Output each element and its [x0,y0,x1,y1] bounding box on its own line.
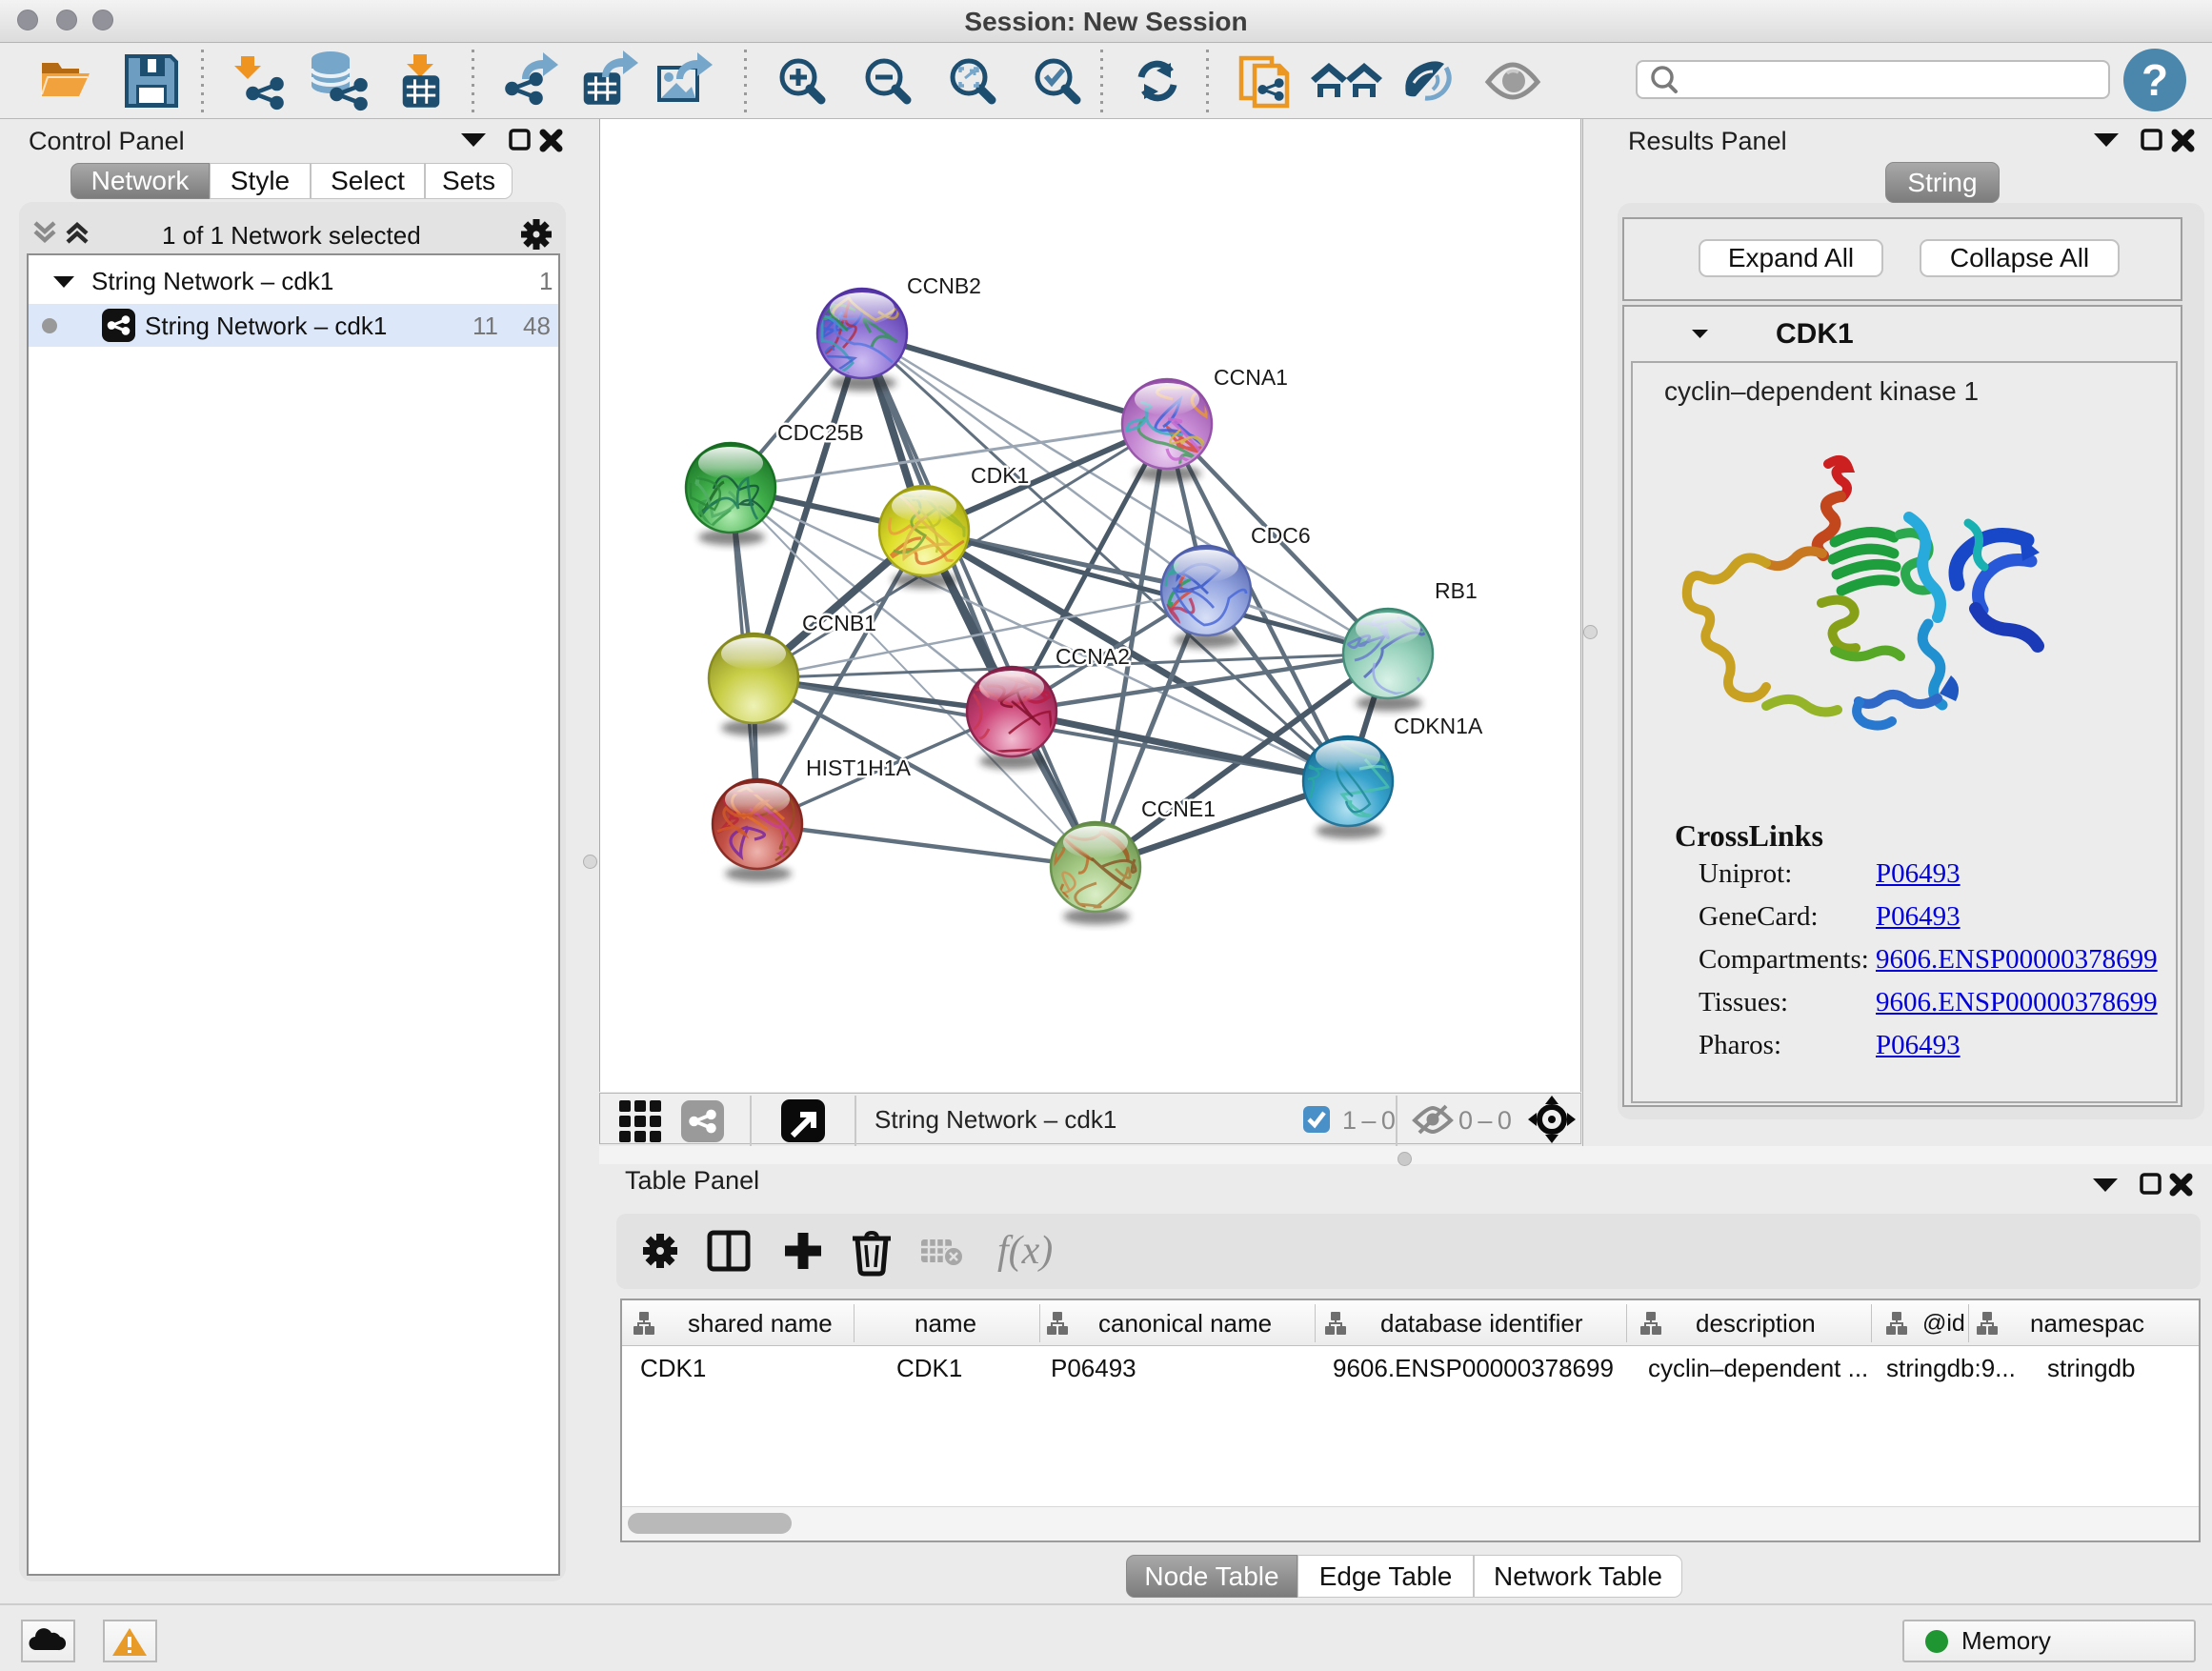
svg-text:CDC6: CDC6 [1251,523,1311,548]
svg-text:CDKN1A: CDKN1A [1394,714,1483,738]
svg-text:CCNE1: CCNE1 [1141,796,1216,821]
svg-text:CDK1: CDK1 [971,463,1029,488]
svg-text:CCNA1: CCNA1 [1214,365,1288,390]
svg-text:CCNB1: CCNB1 [802,611,876,635]
svg-text:CCNA2: CCNA2 [1056,644,1130,669]
svg-text:0 – 0: 0 – 0 [1458,1106,1512,1135]
svg-text:RB1: RB1 [1435,578,1478,603]
svg-text:CCNB2: CCNB2 [907,273,981,298]
svg-text:?: ? [2142,55,2168,105]
svg-text:HIST1H1A: HIST1H1A [806,755,912,780]
svg-text:CDC25B: CDC25B [777,420,864,445]
svg-text:1 – 0: 1 – 0 [1342,1106,1396,1135]
svg-text:f(x): f(x) [997,1229,1053,1273]
